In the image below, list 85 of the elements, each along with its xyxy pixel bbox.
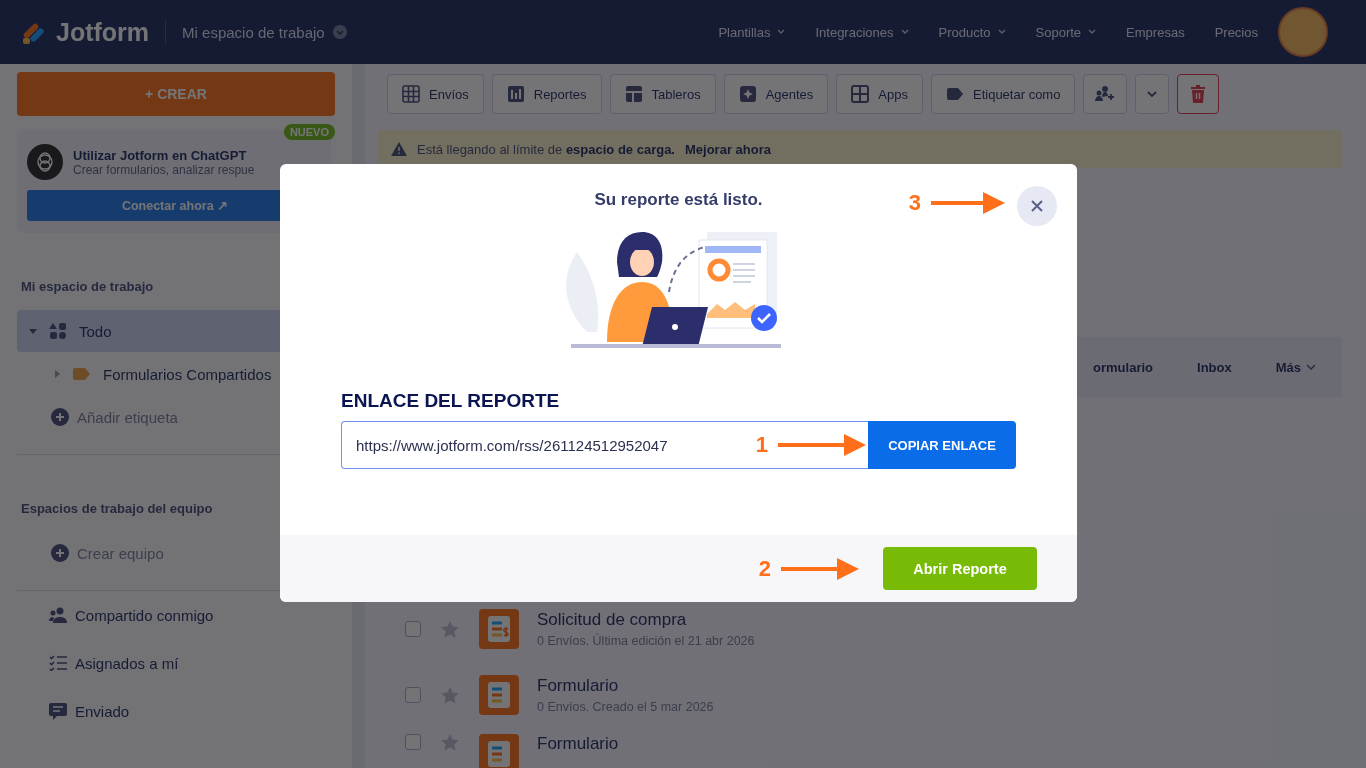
promo-subtitle: Crear formularios, analizar respue — [73, 162, 255, 177]
plus-circle-icon — [51, 544, 69, 562]
star-icon[interactable] — [441, 734, 459, 751]
filter-tab[interactable]: Más — [1275, 359, 1316, 375]
arrow-icon — [931, 192, 1005, 214]
promo-title: Utilizar Jotform en ChatGPT — [73, 147, 248, 163]
nav-link[interactable]: Integraciones — [815, 24, 909, 40]
chevron-down-icon — [1306, 363, 1316, 371]
form-title[interactable]: Solicitud de compra — [537, 610, 755, 630]
star-icon[interactable] — [441, 686, 459, 704]
section-heading: Mi espacio de trabajo — [21, 279, 155, 294]
filter-tab[interactable]: ormulario — [1093, 359, 1154, 375]
checklist-icon — [49, 655, 67, 671]
arrow-icon — [781, 557, 861, 580]
toolbar-button[interactable]: Tableros — [609, 74, 716, 114]
avatar[interactable] — [1278, 7, 1328, 57]
warning-icon — [391, 142, 407, 156]
create-team-link[interactable]: Crear equipo — [77, 544, 164, 562]
nav-link[interactable]: Plantillas — [718, 24, 786, 40]
close-button[interactable] — [1017, 186, 1057, 226]
link-heading: ENLACE DEL REPORTE — [341, 390, 560, 412]
star-icon[interactable] — [441, 620, 459, 638]
more-options-button[interactable] — [1135, 74, 1170, 114]
sparkle-icon — [738, 85, 757, 103]
filter-tab[interactable]: Inbox — [1197, 359, 1232, 375]
open-report-button[interactable]: Abrir Reporte — [883, 547, 1037, 590]
form-title[interactable]: Formulario — [537, 676, 714, 696]
step-number: 3 — [908, 190, 921, 216]
nav-link[interactable]: Empresas — [1126, 24, 1185, 40]
tag-icon — [946, 85, 964, 103]
toolbar-button[interactable]: Reportes — [491, 74, 602, 114]
step-number: 2 — [758, 555, 771, 582]
form-icon — [479, 675, 519, 715]
chevron-down-icon — [777, 29, 786, 35]
nav-link[interactable]: Producto — [938, 24, 1006, 40]
chevron-down-icon — [1088, 29, 1097, 35]
grid-icon — [402, 85, 420, 103]
row-checkbox[interactable] — [405, 734, 421, 750]
new-badge: NUEVO — [283, 124, 335, 140]
plus-circle-icon — [51, 408, 69, 426]
dialog-title: Su reporte está listo. — [594, 190, 763, 210]
shapes-icon — [49, 322, 67, 340]
report-link-field[interactable]: https://www.jotform.com/rss/261124512952047 1 — [341, 421, 868, 469]
chevron-down-icon — [900, 29, 909, 35]
nav-link[interactable]: Soporte — [1035, 24, 1097, 40]
chevron-down-icon — [997, 29, 1006, 35]
toolbar-button[interactable]: Apps — [836, 74, 923, 114]
chat-logo-icon — [27, 144, 63, 180]
close-icon — [1030, 199, 1044, 213]
logo-text[interactable]: Jotform — [56, 17, 150, 47]
message-icon — [49, 702, 67, 720]
nav-link[interactable]: Precios — [1214, 24, 1258, 40]
apps-icon — [851, 85, 870, 103]
share-button[interactable] — [1083, 74, 1128, 114]
people-icon — [49, 607, 67, 623]
chevron-down-icon — [1147, 90, 1158, 98]
bar-chart-icon — [506, 85, 525, 103]
section-heading: Espacios de trabajo del equipo — [21, 501, 214, 516]
toolbar-button[interactable]: Agentes — [723, 74, 829, 114]
people-plus-icon — [1095, 85, 1116, 103]
sidebar-item[interactable]: Compartido conmigo — [75, 606, 214, 624]
arrow-icon — [778, 434, 868, 456]
add-label-link[interactable]: Añadir etiqueta — [77, 408, 178, 426]
payment-form-icon — [479, 609, 519, 649]
tree-item[interactable]: Formularios Compartidos — [17, 352, 337, 396]
board-icon — [624, 85, 643, 103]
upgrade-link[interactable]: Mejorar ahora — [685, 141, 771, 157]
create-button[interactable]: + CREAR — [17, 72, 335, 116]
delete-button[interactable] — [1177, 74, 1220, 114]
toolbar-button[interactable]: Etiquetar como — [931, 74, 1076, 114]
row-checkbox[interactable] — [405, 621, 421, 637]
sidebar-item[interactable]: Asignados a mí — [75, 654, 179, 672]
trash-icon — [1190, 85, 1207, 103]
form-title[interactable]: Formulario — [537, 734, 619, 754]
step-number: 1 — [755, 432, 768, 458]
label-tag-icon — [73, 368, 91, 380]
toolbar-button[interactable]: Envíos — [387, 74, 484, 114]
row-checkbox[interactable] — [405, 687, 421, 703]
chevron-down-icon — [332, 25, 347, 39]
copy-link-button[interactable]: COPIAR ENLACE — [868, 421, 1016, 469]
caret-right-icon[interactable] — [53, 370, 61, 378]
warning-text: Está llegando al límite de espacio de carga. — [417, 141, 675, 157]
caret-down-icon[interactable] — [29, 327, 37, 335]
sidebar-item[interactable]: Enviado — [75, 702, 130, 720]
workspace-switcher[interactable]: Mi espacio de trabajo — [182, 23, 325, 41]
